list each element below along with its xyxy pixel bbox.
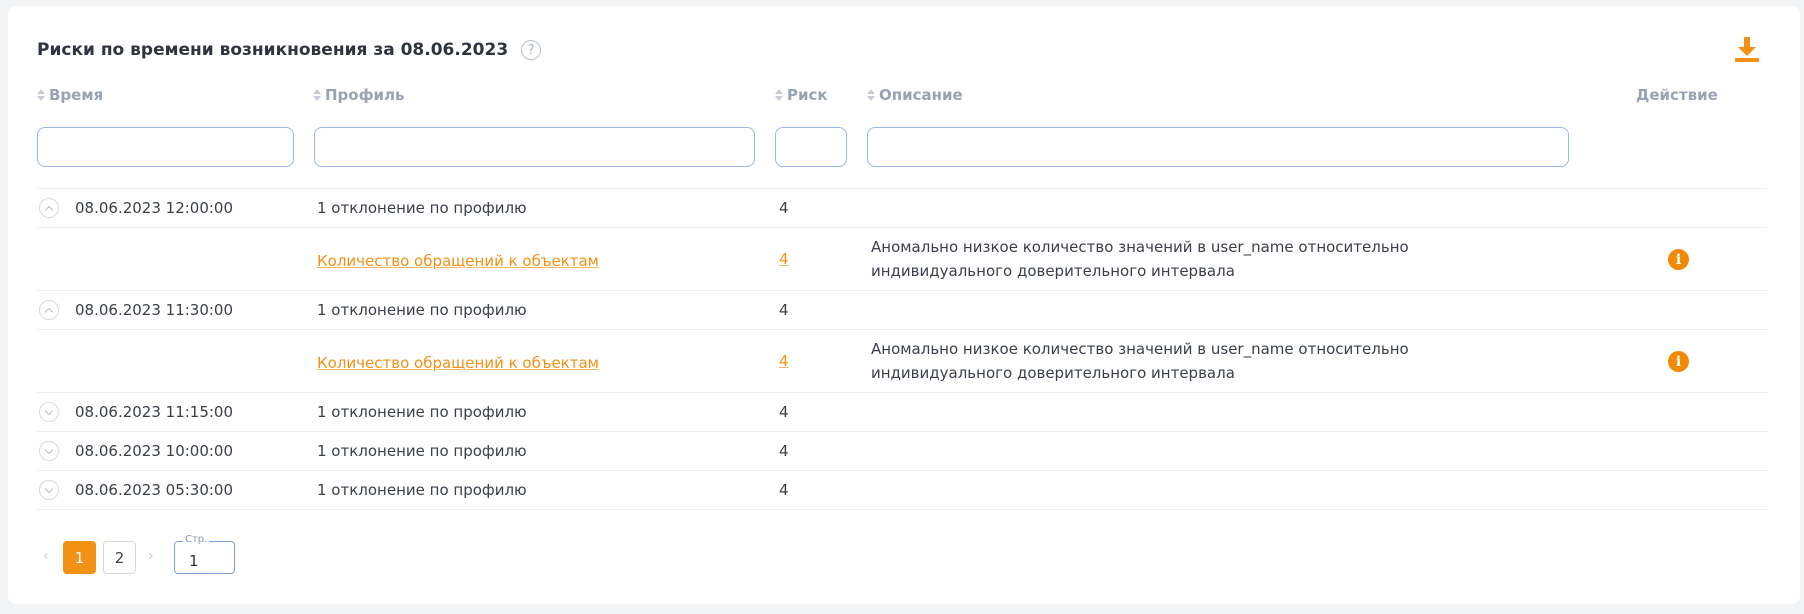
column-header-action-label: Действие: [1636, 86, 1718, 104]
sort-icon[interactable]: [313, 89, 321, 101]
row-risk: 4: [779, 403, 789, 421]
column-header-risk-label: Риск: [787, 86, 828, 104]
row-divider: [37, 470, 1767, 471]
download-icon: [1735, 37, 1759, 62]
row-risk: 4: [779, 301, 789, 319]
row-divider: [37, 188, 1767, 189]
detail-description-line: индивидуального доверительного интервала: [871, 262, 1235, 280]
info-icon[interactable]: i: [1668, 249, 1689, 270]
column-header-profile[interactable]: Профиль: [313, 86, 404, 104]
sort-icon[interactable]: [775, 89, 783, 101]
detail-risk-link[interactable]: 4: [779, 352, 789, 370]
filter-risk-input[interactable]: [775, 127, 847, 167]
detail-description-line: Аномально низкое количество значений в u…: [871, 238, 1409, 256]
row-profile: 1 отклонение по профилю: [317, 403, 527, 421]
page-number-label: Стр.: [183, 534, 210, 545]
row-divider: [37, 431, 1767, 432]
detail-risk-link[interactable]: 4: [779, 250, 789, 268]
row-risk: 4: [779, 199, 789, 217]
column-header-time[interactable]: Время: [37, 86, 103, 104]
filter-description-input[interactable]: [867, 127, 1569, 167]
column-header-time-label: Время: [49, 86, 104, 104]
detail-profile-link[interactable]: Количество обращений к объектам: [317, 252, 599, 270]
row-divider: [37, 329, 1767, 330]
row-time: 08.06.2023 10:00:00: [75, 442, 234, 460]
row-divider: [37, 290, 1767, 291]
column-header-description[interactable]: Описание: [867, 86, 963, 104]
column-header-profile-label: Профиль: [325, 86, 405, 104]
expand-row-icon[interactable]: [39, 402, 59, 422]
row-divider: [37, 392, 1767, 393]
sort-icon[interactable]: [867, 89, 875, 101]
filter-time-input[interactable]: [37, 127, 294, 167]
pagination-page-1[interactable]: 1: [63, 541, 96, 574]
row-time: 08.06.2023 12:00:00: [75, 199, 234, 217]
row-time: 08.06.2023 11:30:00: [75, 301, 234, 319]
row-time: 08.06.2023 11:15:00: [75, 403, 234, 421]
row-profile: 1 отклонение по профилю: [317, 199, 527, 217]
pagination-next-button[interactable]: ›: [148, 548, 154, 564]
detail-profile-link[interactable]: Количество обращений к объектам: [317, 354, 599, 372]
row-time: 08.06.2023 05:30:00: [75, 481, 234, 499]
detail-description-line: Аномально низкое количество значений в u…: [871, 340, 1409, 358]
expand-row-icon[interactable]: [39, 441, 59, 461]
row-divider: [37, 227, 1767, 228]
collapse-row-icon[interactable]: [39, 300, 59, 320]
detail-description-line: индивидуального доверительного интервала: [871, 364, 1235, 382]
title-bar: Риски по времени возникновения за 08.06.…: [37, 40, 542, 60]
row-divider: [37, 509, 1767, 510]
row-profile: 1 отклонение по профилю: [317, 301, 527, 319]
column-header-risk[interactable]: Риск: [775, 86, 828, 104]
collapse-row-icon[interactable]: [39, 198, 59, 218]
sort-icon[interactable]: [37, 89, 45, 101]
row-risk: 4: [779, 442, 789, 460]
page-number-input[interactable]: [175, 542, 234, 573]
pagination-prev-button[interactable]: ‹: [43, 548, 49, 564]
page-title: Риски по времени возникновения за 08.06.…: [37, 40, 509, 60]
column-header-action: Действие: [1636, 86, 1718, 104]
pagination-page-2[interactable]: 2: [103, 541, 136, 574]
row-profile: 1 отклонение по профилю: [317, 481, 527, 499]
row-risk: 4: [779, 481, 789, 499]
help-icon[interactable]: ?: [521, 40, 542, 60]
filter-profile-input[interactable]: [314, 127, 755, 167]
page-number-field[interactable]: Стр.: [174, 534, 235, 574]
column-header-description-label: Описание: [879, 86, 963, 104]
download-button[interactable]: [1732, 34, 1762, 64]
expand-row-icon[interactable]: [39, 480, 59, 500]
info-icon[interactable]: i: [1668, 351, 1689, 372]
row-profile: 1 отклонение по профилю: [317, 442, 527, 460]
